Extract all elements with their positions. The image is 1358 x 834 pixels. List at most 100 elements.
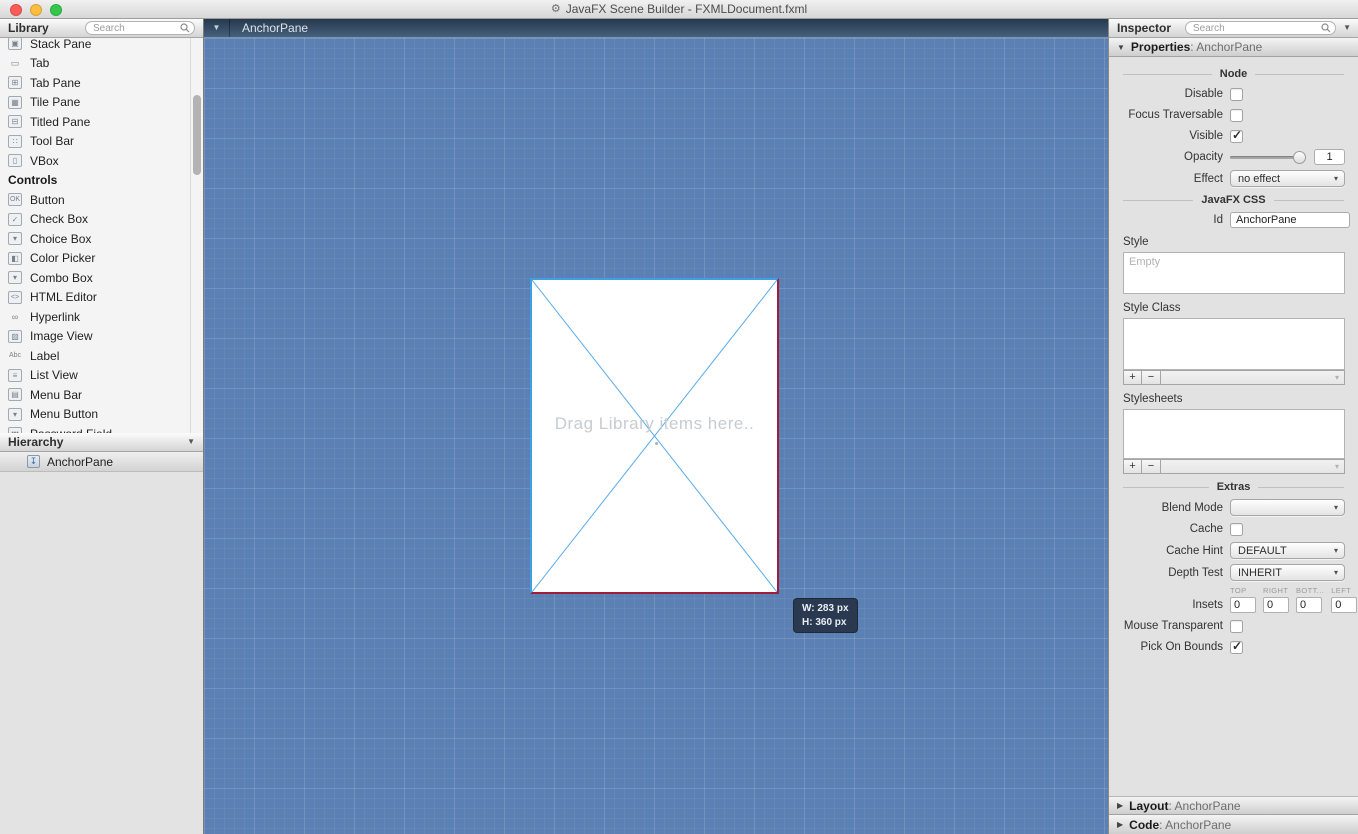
stylesheets-list[interactable]	[1123, 409, 1345, 459]
choice-box-icon: ▾	[8, 232, 22, 245]
disable-checkbox[interactable]	[1230, 88, 1243, 101]
library-item-html-editor[interactable]: <>HTML Editor	[0, 288, 203, 308]
disclosure-right-icon: ▶	[1117, 820, 1123, 829]
inset-field[interactable]	[1331, 597, 1357, 613]
style-class-remove-button[interactable]: −	[1142, 370, 1161, 385]
hierarchy-empty-area	[0, 472, 203, 834]
visible-checkbox[interactable]	[1230, 130, 1243, 143]
opacity-slider-knob[interactable]	[1293, 151, 1306, 164]
library-item-label: List View	[30, 368, 78, 382]
mouse-transparent-checkbox[interactable]	[1230, 620, 1243, 633]
disclosure-right-icon: ▶	[1117, 801, 1123, 810]
center-handle[interactable]	[655, 442, 658, 445]
opacity-slider-track[interactable]	[1230, 156, 1296, 159]
canvas-selection-path[interactable]: AnchorPane	[242, 21, 308, 35]
canvas-area: ▼ AnchorPane Drag Library items here.. W…	[204, 19, 1108, 834]
opacity-value-field[interactable]	[1314, 149, 1345, 165]
code-section-header[interactable]: ▶ Code : AnchorPane	[1109, 815, 1358, 834]
library-item-tab[interactable]: ▭Tab	[0, 54, 203, 74]
canvas-header-menu[interactable]: ▼	[204, 19, 230, 37]
inspector-search-input[interactable]	[1193, 23, 1321, 34]
library-item-label[interactable]: AbcLabel	[0, 346, 203, 366]
layout-section-header[interactable]: ▶ Layout : AnchorPane	[1109, 796, 1358, 815]
library-item-menu-bar[interactable]: ▤Menu Bar	[0, 385, 203, 405]
inset-field[interactable]	[1230, 597, 1256, 613]
library-header: Library	[0, 19, 203, 38]
hierarchy-item-label: AnchorPane	[47, 455, 113, 469]
library-list: ▣Stack Pane▭Tab⊞Tab Pane▦Tile Pane⊟Title…	[0, 38, 203, 433]
visible-label: Visible	[1109, 130, 1223, 142]
style-class-list[interactable]	[1123, 318, 1345, 370]
tab-icon: ▭	[8, 57, 22, 70]
inspector-search[interactable]	[1185, 21, 1336, 35]
hierarchy-item-anchorpane[interactable]: ↧ AnchorPane	[0, 452, 203, 472]
depth-test-label: Depth Test	[1109, 567, 1223, 579]
chevron-down-icon: ▾	[1334, 504, 1338, 512]
id-field[interactable]	[1230, 212, 1350, 228]
pick-on-bounds-checkbox[interactable]	[1230, 641, 1243, 654]
zoom-button[interactable]	[50, 4, 62, 16]
library-item-tile-pane[interactable]: ▦Tile Pane	[0, 93, 203, 113]
cache-checkbox[interactable]	[1230, 523, 1243, 536]
library-item-color-picker[interactable]: ◧Color Picker	[0, 249, 203, 269]
effect-value: no effect	[1238, 173, 1334, 185]
library-item-tool-bar[interactable]: ∷Tool Bar	[0, 132, 203, 152]
hierarchy-menu-chevron-icon[interactable]: ▼	[187, 438, 195, 446]
chevron-down-icon: ▾	[1335, 374, 1339, 382]
check-box-icon: ✓	[8, 213, 22, 226]
tool-bar-icon: ∷	[8, 135, 22, 148]
library-item-tab-pane[interactable]: ⊞Tab Pane	[0, 73, 203, 93]
stylesheets-add-button[interactable]: +	[1123, 459, 1142, 474]
inset-group-right: RIGHT	[1263, 586, 1289, 613]
blend-mode-dropdown[interactable]: ▾	[1230, 499, 1345, 516]
properties-section-label: Properties	[1131, 40, 1190, 54]
properties-section-header[interactable]: ▼ Properties : AnchorPane	[1109, 38, 1358, 57]
library-item-password-field[interactable]: •••Password Field	[0, 424, 203, 433]
stylesheets-remove-button[interactable]: −	[1142, 459, 1161, 474]
layout-section-target: AnchorPane	[1175, 799, 1241, 813]
library-item-hyperlink[interactable]: ∞Hyperlink	[0, 307, 203, 327]
chevron-down-icon: ▾	[1334, 547, 1338, 555]
library-item-list-view[interactable]: ≡List View	[0, 366, 203, 386]
library-item-label: Color Picker	[30, 251, 95, 265]
library-item-label: Button	[30, 193, 65, 207]
opacity-slider[interactable]	[1230, 151, 1306, 164]
hierarchy-title: Hierarchy	[8, 435, 63, 449]
library-item-menu-button[interactable]: ▾Menu Button	[0, 405, 203, 425]
cache-label: Cache	[1109, 523, 1223, 535]
inset-field[interactable]	[1263, 597, 1289, 613]
css-group-title: JavaFX CSS	[1123, 194, 1344, 206]
library-item-stack-pane[interactable]: ▣Stack Pane	[0, 38, 203, 54]
library-item-vbox[interactable]: ▯VBox	[0, 151, 203, 171]
minimize-button[interactable]	[30, 4, 42, 16]
library-item-check-box[interactable]: ✓Check Box	[0, 210, 203, 230]
titled-pane-icon: ⊟	[8, 115, 22, 128]
depth-test-value: INHERIT	[1238, 567, 1334, 579]
design-canvas[interactable]: Drag Library items here.. W: 283 px H: 3…	[204, 38, 1108, 834]
library-item-image-view[interactable]: ▨Image View	[0, 327, 203, 347]
library-search-input[interactable]	[93, 23, 180, 34]
label-icon: Abc	[8, 349, 22, 362]
focus-traversable-checkbox[interactable]	[1230, 109, 1243, 122]
library-scrollbar-thumb[interactable]	[193, 95, 201, 175]
library-search[interactable]	[85, 21, 195, 35]
inset-field[interactable]	[1296, 597, 1322, 613]
chevron-down-icon: ▾	[1334, 175, 1338, 183]
tooltip-height-value: H: 360 px	[802, 616, 849, 630]
anchorpane-design-node[interactable]: Drag Library items here..	[530, 278, 779, 594]
library-section-label: Controls	[0, 171, 203, 191]
library-item-titled-pane[interactable]: ⊟Titled Pane	[0, 112, 203, 132]
depth-test-dropdown[interactable]: INHERIT ▾	[1230, 564, 1345, 581]
button-icon: OK	[8, 193, 22, 206]
cache-hint-dropdown[interactable]: DEFAULT ▾	[1230, 542, 1345, 559]
style-textarea[interactable]	[1123, 252, 1345, 294]
library-item-button[interactable]: OK Button	[0, 190, 203, 210]
library-item-choice-box[interactable]: ▾Choice Box	[0, 229, 203, 249]
effect-dropdown[interactable]: no effect ▾	[1230, 170, 1345, 187]
style-class-add-button[interactable]: +	[1123, 370, 1142, 385]
library-item-combo-box[interactable]: ▾Combo Box	[0, 268, 203, 288]
library-scrollbar[interactable]	[190, 38, 203, 433]
close-button[interactable]	[10, 4, 22, 16]
tooltip-width-value: W: 283 px	[802, 602, 849, 616]
inspector-menu-chevron-icon[interactable]: ▼	[1343, 24, 1351, 32]
